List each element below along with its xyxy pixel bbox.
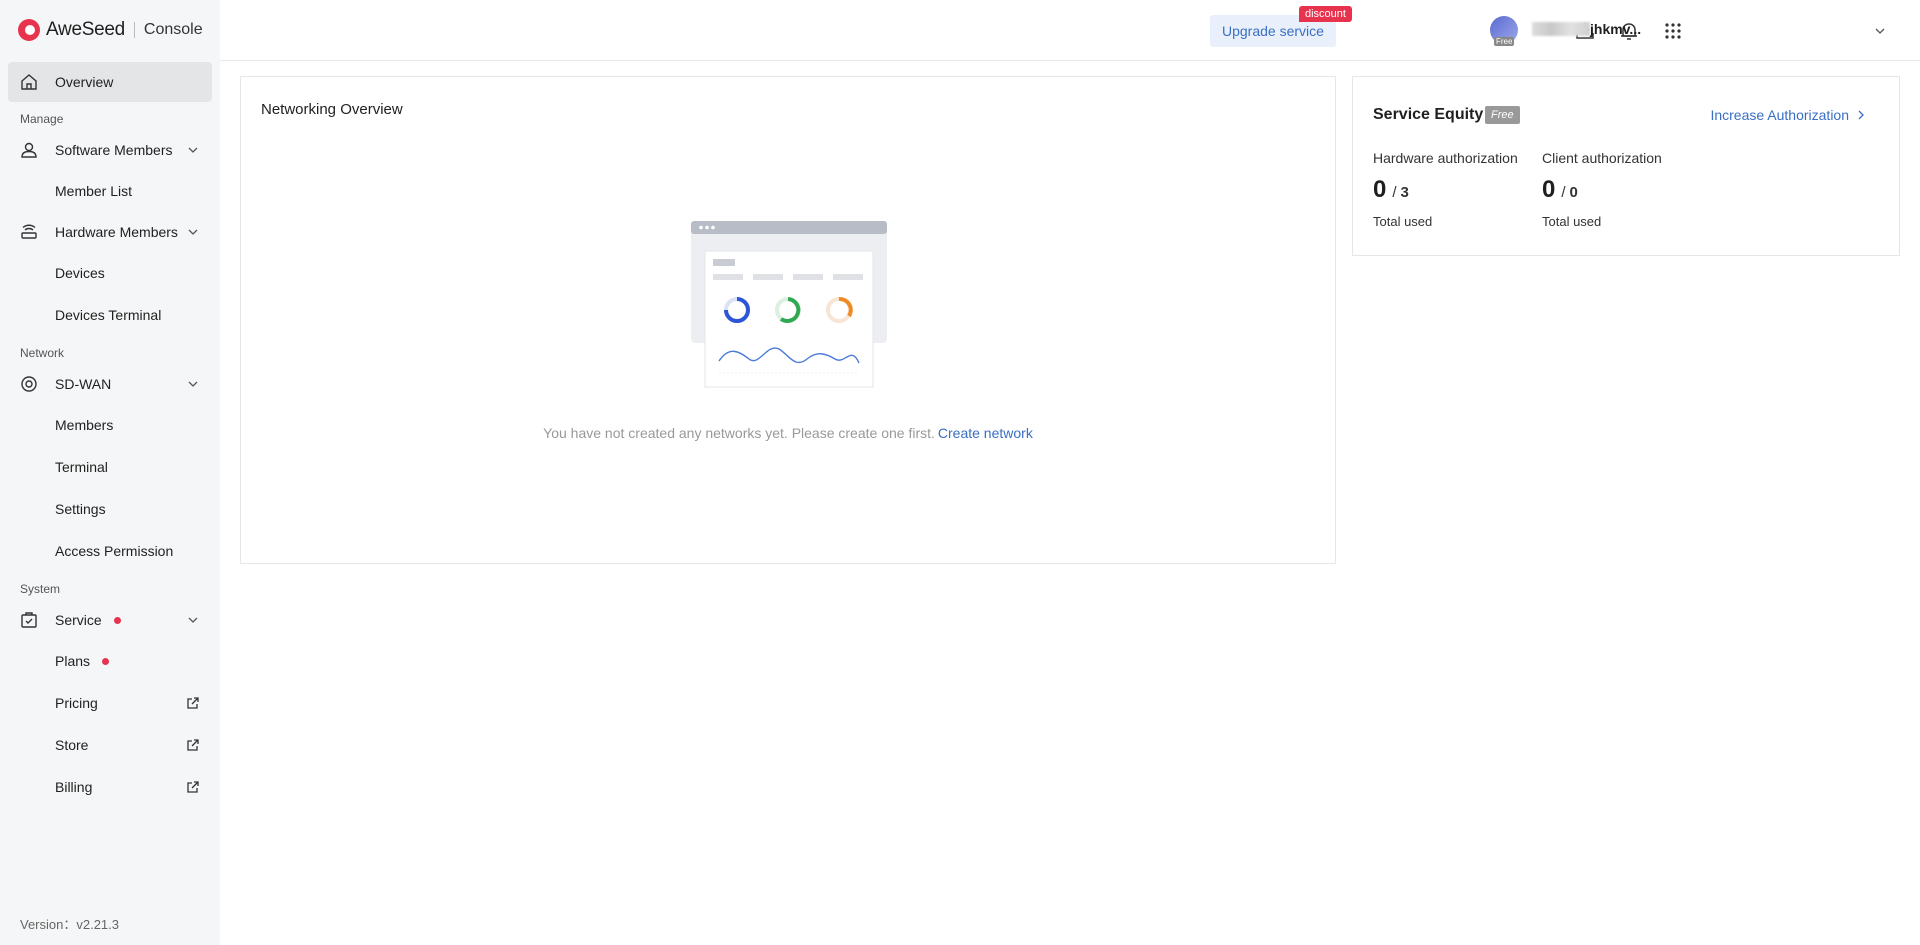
sidebar-item-service[interactable]: Service [8, 600, 212, 640]
sidebar-item-label: Member List [55, 183, 133, 199]
chevron-down-icon[interactable] [186, 143, 200, 157]
sidebar-item-hardware-members[interactable]: Hardware Members [8, 212, 212, 252]
sidebar-item-label: Pricing [55, 695, 98, 711]
service-equity-title: Service Equity [1373, 106, 1484, 123]
sidebar-item-label: Access Permission [55, 543, 174, 559]
sidebar-item-terminal[interactable]: Terminal [8, 446, 212, 488]
brand-divider [133, 22, 135, 38]
sidebar-item-devices-terminal[interactable]: Devices Terminal [8, 294, 212, 336]
slash-separator: / [1561, 184, 1566, 201]
sidebar-item-label: Devices Terminal [55, 307, 162, 323]
apps-grid-icon[interactable] [1662, 20, 1684, 42]
sidebar-item-label: Settings [55, 501, 106, 517]
hardware-authorization-value: 0 / 3 [1373, 176, 1518, 204]
discount-badge: discount [1299, 6, 1352, 22]
client-authorization-label: Client authorization [1542, 150, 1662, 166]
sidebar-item-label: Hardware Members [55, 224, 178, 240]
plan-badge: Free [1485, 106, 1520, 124]
sidebar-item-label: Software Members [55, 142, 173, 158]
service-box-icon [20, 611, 38, 629]
networking-overview-card: Networking Overview You have not created… [240, 76, 1336, 564]
external-link-icon [187, 781, 199, 793]
notification-dot [113, 616, 121, 624]
sidebar-item-settings[interactable]: Settings [8, 488, 212, 530]
hardware-authorization-label: Hardware authorization [1373, 150, 1518, 166]
client-total-used-label: Total used [1542, 214, 1602, 229]
brand-console: Console [143, 21, 203, 38]
section-network: Network [20, 346, 65, 360]
external-link-icon [187, 739, 199, 751]
chevron-down-icon[interactable] [1873, 24, 1887, 38]
sidebar-item-label: Members [55, 417, 114, 433]
aweseed-logo-icon [18, 19, 40, 41]
empty-dashboard-illustration [691, 221, 887, 388]
slash-separator: / [1392, 184, 1397, 201]
sidebar-item-devices[interactable]: Devices [8, 252, 212, 294]
create-network-link[interactable]: Create network [938, 425, 1033, 441]
username[interactable]: jhkmv... [1590, 21, 1641, 37]
sidebar-item-access-permission[interactable]: Access Permission [8, 530, 212, 572]
networking-overview-title: Networking Overview [261, 101, 403, 118]
empty-networks-message: You have not created any networks yet. P… [241, 425, 1335, 441]
external-link-icon [187, 697, 199, 709]
brand[interactable]: AweSeed Console [0, 0, 220, 60]
router-icon [20, 223, 38, 241]
sidebar-item-label: Terminal [55, 459, 108, 475]
sidebar-item-member-list[interactable]: Member List [8, 170, 212, 212]
chevron-down-icon[interactable] [186, 613, 200, 627]
sidebar-item-label: Service [55, 612, 102, 628]
client-used-count: 0 [1542, 176, 1556, 203]
sidebar-item-plans[interactable]: Plans [8, 640, 212, 682]
sidebar-item-sdwan[interactable]: SD-WAN [8, 364, 212, 404]
user-icon [20, 141, 38, 159]
client-total-count: 0 [1569, 184, 1578, 201]
sidebar-item-label: Plans [55, 653, 91, 669]
sidebar-item-store[interactable]: Store [8, 724, 212, 766]
client-authorization-stat: Client authorization 0 / 0 Total used [1542, 150, 1662, 229]
network-icon [20, 375, 38, 393]
chevron-down-icon[interactable] [186, 377, 200, 391]
version-label: Version：v2.21.3 [20, 917, 120, 932]
sidebar-item-pricing[interactable]: Pricing [8, 682, 212, 724]
sidebar-item-label: Billing [55, 779, 93, 795]
hardware-authorization-stat: Hardware authorization 0 / 3 Total used [1373, 150, 1518, 229]
section-manage: Manage [20, 112, 64, 126]
avatar-plan-tag: Free [1494, 37, 1515, 46]
hardware-total-used-label: Total used [1373, 214, 1433, 229]
increase-authorization-label: Increase Authorization [1710, 107, 1849, 123]
sidebar-item-members[interactable]: Members [8, 404, 212, 446]
blurred-username [1532, 22, 1590, 36]
sidebar-item-billing[interactable]: Billing [8, 766, 212, 808]
hardware-used-count: 0 [1373, 176, 1387, 203]
increase-authorization-link[interactable]: Increase Authorization [1710, 107, 1867, 123]
sidebar-item-label: Devices [55, 265, 105, 281]
sidebar-item-software-members[interactable]: Software Members [8, 130, 212, 170]
sidebar-item-label: Store [55, 737, 89, 753]
client-authorization-value: 0 / 0 [1542, 176, 1662, 204]
chevron-right-icon [1858, 110, 1864, 120]
sidebar-item-label: SD-WAN [55, 376, 112, 392]
service-equity-card: Service Equity Free Increase Authorizati… [1352, 76, 1900, 256]
notification-dot [102, 657, 110, 665]
section-system: System [20, 582, 61, 596]
brand-name: AweSeed [46, 19, 125, 40]
sidebar-nav: Overview Manage Software Members Member … [0, 60, 220, 808]
hardware-total-count: 3 [1400, 184, 1409, 201]
empty-message-text: You have not created any networks yet. P… [543, 425, 935, 441]
home-icon [20, 73, 38, 91]
sidebar: AweSeed Console Overview Manage Software… [0, 0, 220, 945]
sidebar-item-overview[interactable]: Overview [8, 62, 212, 102]
sidebar-item-label: Overview [55, 74, 114, 90]
chevron-down-icon[interactable] [186, 225, 200, 239]
